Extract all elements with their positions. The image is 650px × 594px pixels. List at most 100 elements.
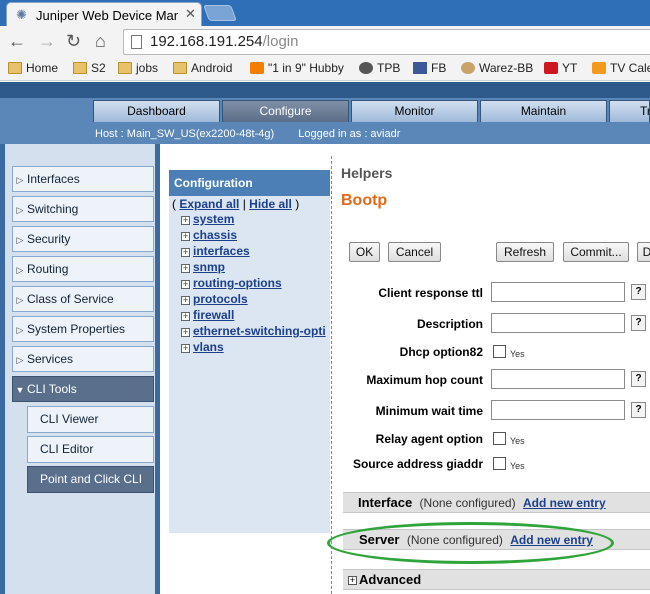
- nav-interfaces[interactable]: ▷ Interfaces: [12, 166, 154, 192]
- bookmark-android[interactable]: Android: [173, 61, 232, 75]
- tree-node-vlans: + vlans: [181, 340, 224, 354]
- expand-plus-icon[interactable]: +: [181, 216, 190, 225]
- maximum-hop-count-input[interactable]: [491, 369, 625, 389]
- juniper-favicon-icon: ✺: [16, 7, 27, 22]
- nav-routing[interactable]: ▷ Routing: [12, 256, 154, 282]
- expand-arrow-icon: ▷: [16, 175, 24, 185]
- expand-plus-icon[interactable]: +: [181, 232, 190, 241]
- collapse-arrow-icon: ▼: [15, 385, 25, 395]
- expand-plus-icon[interactable]: +: [181, 296, 190, 305]
- expand-plus-icon[interactable]: +: [181, 344, 190, 353]
- tab-troubleshoot[interactable]: Tr: [609, 100, 650, 122]
- nav-label: Class of Service: [27, 292, 114, 306]
- expand-all-link[interactable]: Expand all: [179, 197, 239, 211]
- tree-node-link[interactable]: chassis: [193, 228, 237, 242]
- subnav-point-and-click-cli[interactable]: Point and Click CLI: [27, 466, 154, 493]
- expand-arrow-icon: ▷: [16, 265, 24, 275]
- help-icon[interactable]: ?: [631, 284, 646, 300]
- tab-dashboard[interactable]: Dashboard: [93, 100, 220, 122]
- left-nav: ▷ Interfaces ▷ Switching ▷ Security ▷ Routin…: [0, 144, 160, 594]
- tab-monitor[interactable]: Monitor: [351, 100, 478, 122]
- bookmark-jobs[interactable]: jobs: [118, 61, 158, 75]
- tree-node-link[interactable]: vlans: [193, 340, 224, 354]
- source-address-giaddr-checkbox[interactable]: [493, 457, 506, 470]
- nav-system-properties[interactable]: ▷ System Properties: [12, 316, 154, 342]
- expand-arrow-icon: ▷: [16, 235, 24, 245]
- bookmark-tv[interactable]: TV Cale: [592, 61, 650, 75]
- refresh-button[interactable]: Refresh: [496, 242, 554, 262]
- help-icon[interactable]: ?: [631, 402, 646, 418]
- expand-plus-icon[interactable]: +: [181, 248, 190, 257]
- tree-node-link[interactable]: interfaces: [193, 244, 250, 258]
- minimum-wait-time-input[interactable]: [491, 400, 625, 420]
- nav-label: Security: [27, 232, 71, 246]
- cancel-button[interactable]: Cancel: [388, 242, 441, 262]
- home-icon[interactable]: ⌂: [95, 31, 106, 51]
- advanced-section[interactable]: + Advanced: [343, 569, 650, 590]
- tab-configure[interactable]: Configure: [222, 100, 349, 122]
- commit-button[interactable]: Commit...: [563, 242, 629, 262]
- bookmark-tpb[interactable]: TPB: [359, 61, 400, 75]
- bookmark-yt[interactable]: YT: [544, 61, 577, 75]
- client-response-ttl-input[interactable]: [491, 282, 625, 302]
- nav-class-of-service[interactable]: ▷ Class of Service: [12, 286, 154, 312]
- tree-body: ( Expand all | Hide all ) + system + chass…: [169, 196, 330, 533]
- expand-arrow-icon: ▷: [16, 355, 24, 365]
- subnav-cli-editor[interactable]: CLI Editor: [27, 436, 154, 463]
- tab-maintain[interactable]: Maintain: [480, 100, 607, 122]
- pane-divider[interactable]: [331, 156, 332, 594]
- dhcp-option82-checkbox[interactable]: [493, 345, 506, 358]
- bookmark-hubby[interactable]: "1 in 9" Hubby: [250, 61, 344, 75]
- forward-arrow-icon[interactable]: →: [38, 31, 56, 51]
- address-bar[interactable]: 192.168.191.254/login: [123, 29, 650, 55]
- bookmark-label: Android: [191, 61, 233, 75]
- tree-node-link[interactable]: protocols: [193, 292, 248, 306]
- subnav-cli-viewer[interactable]: CLI Viewer: [27, 406, 154, 433]
- browser-tab[interactable]: ✺ Juniper Web Device Mana ✕: [6, 2, 202, 28]
- discard-button[interactable]: D: [637, 242, 650, 262]
- tree-node-link[interactable]: firewall: [193, 308, 234, 322]
- relay-agent-option-checkbox[interactable]: [493, 432, 506, 445]
- bookmark-fb[interactable]: FB: [413, 61, 446, 75]
- tree-node-chassis: + chassis: [181, 228, 237, 242]
- bookmark-label: TV Cale: [610, 61, 650, 75]
- nav-security[interactable]: ▷ Security: [12, 226, 154, 252]
- browser-tab-strip: ✺ Juniper Web Device Mana ✕: [0, 0, 650, 28]
- expand-plus-icon[interactable]: +: [181, 328, 190, 337]
- tree-node-interfaces: + interfaces: [181, 244, 250, 258]
- expand-plus-icon[interactable]: +: [181, 264, 190, 273]
- youtube-icon: [544, 62, 558, 74]
- description-input[interactable]: [491, 313, 625, 333]
- expand-plus-icon[interactable]: +: [181, 280, 190, 289]
- tree-node-link[interactable]: snmp: [193, 260, 225, 274]
- hide-all-link[interactable]: Hide all: [249, 197, 292, 211]
- maximum-hop-count-label: Maximum hop count: [366, 373, 483, 387]
- reload-icon[interactable]: ↻: [66, 31, 81, 51]
- help-icon[interactable]: ?: [631, 315, 646, 331]
- expand-plus-icon[interactable]: +: [348, 576, 357, 585]
- bookmark-warez[interactable]: Warez-BB: [461, 61, 533, 75]
- tv-icon: [592, 62, 606, 74]
- ok-button[interactable]: OK: [349, 242, 380, 262]
- tree-node-link[interactable]: routing-options: [193, 276, 282, 290]
- nav-cli-tools[interactable]: ▼ CLI Tools: [12, 376, 154, 402]
- bookmark-home[interactable]: Home: [8, 61, 58, 75]
- close-tab-icon[interactable]: ✕: [185, 6, 196, 22]
- nav-label: System Properties: [27, 322, 126, 336]
- nav-switching[interactable]: ▷ Switching: [12, 196, 154, 222]
- help-icon[interactable]: ?: [631, 371, 646, 387]
- tree-node-snmp: + snmp: [181, 260, 225, 274]
- ship-icon: [359, 62, 373, 74]
- expand-plus-icon[interactable]: +: [181, 312, 190, 321]
- tree-node-link[interactable]: ethernet-switching-opti: [193, 324, 326, 338]
- expand-arrow-icon: ▷: [16, 295, 24, 305]
- tree-node-link[interactable]: system: [193, 212, 234, 226]
- interface-add-new-entry-link[interactable]: Add new entry: [523, 496, 606, 510]
- nav-label: Services: [27, 352, 74, 366]
- bookmark-s2[interactable]: S2: [73, 61, 106, 75]
- back-arrow-icon[interactable]: ←: [8, 31, 26, 51]
- section-heading: Helpers: [341, 165, 393, 181]
- nav-services[interactable]: ▷ Services: [12, 346, 154, 372]
- new-tab-button[interactable]: [203, 5, 237, 21]
- bookmark-label: Warez-BB: [479, 61, 534, 75]
